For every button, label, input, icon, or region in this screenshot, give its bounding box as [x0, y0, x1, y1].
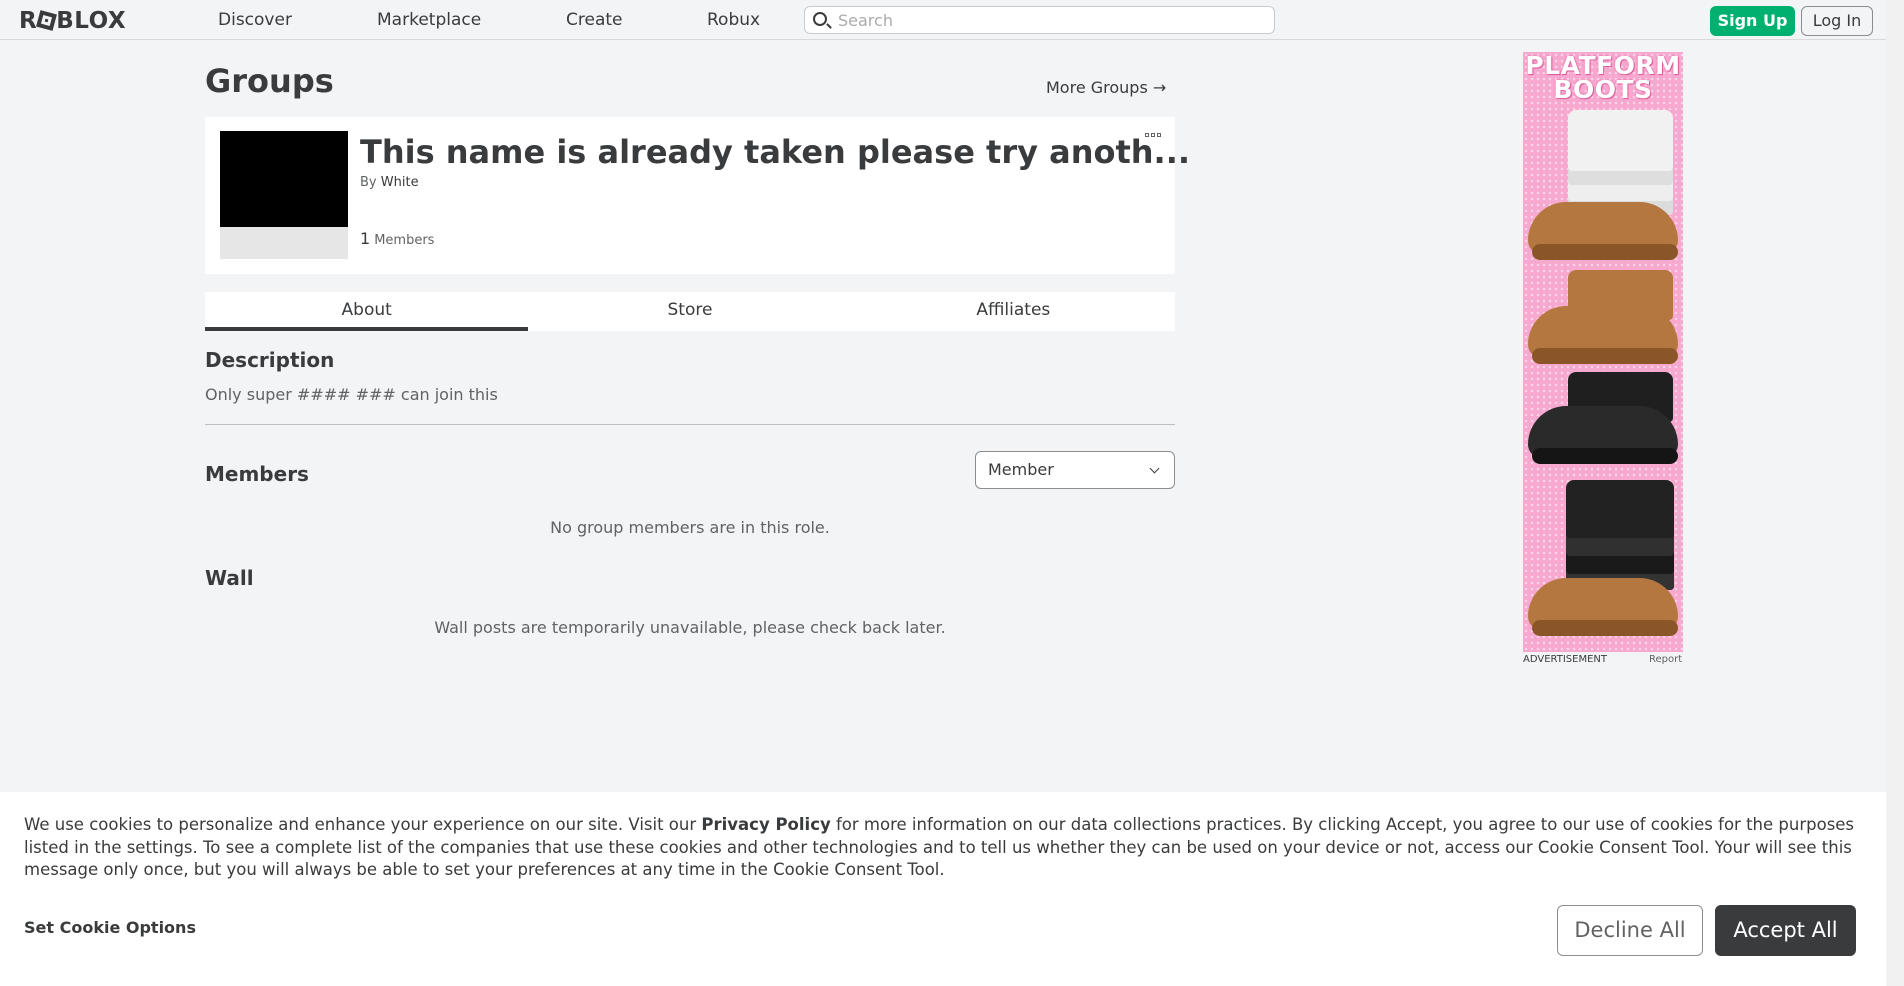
- page-scrollbar[interactable]: [1886, 0, 1904, 986]
- members-heading: Members: [205, 462, 309, 486]
- more-groups-link[interactable]: More Groups →: [1046, 78, 1166, 97]
- role-selected-value: Member: [988, 460, 1054, 479]
- owner-by-label: By: [360, 175, 377, 190]
- privacy-policy-link[interactable]: Privacy Policy: [701, 815, 830, 834]
- chevron-down-icon: [1149, 463, 1160, 474]
- ad-boot-image: [1528, 270, 1678, 370]
- top-navigation-bar: R BLOX Discover Marketplace Create Robux …: [0, 0, 1886, 40]
- ad-boot-image: [1528, 480, 1678, 650]
- wall-message: Wall posts are temporarily unavailable, …: [434, 618, 946, 637]
- advertisement-label: ADVERTISEMENT: [1523, 654, 1608, 665]
- nav-create[interactable]: Create: [566, 10, 623, 30]
- group-tabs: About Store Affiliates: [205, 292, 1175, 331]
- member-count-label: Members: [374, 233, 435, 248]
- page-title: Groups: [205, 62, 334, 100]
- ad-report-link[interactable]: Report: [1649, 654, 1682, 665]
- description-text: Only super #### ### can join this: [205, 385, 498, 404]
- owner-link[interactable]: White: [381, 175, 419, 190]
- accept-all-button[interactable]: Accept All: [1715, 905, 1856, 956]
- wall-heading: Wall: [205, 566, 254, 590]
- description-heading: Description: [205, 348, 335, 372]
- cookie-consent-banner: We use cookies to personalize and enhanc…: [0, 792, 1886, 986]
- cookie-message: We use cookies to personalize and enhanc…: [24, 815, 1855, 879]
- search-box[interactable]: [804, 6, 1275, 34]
- log-in-button[interactable]: Log In: [1801, 6, 1873, 36]
- group-header-card: This name is already taken please try an…: [205, 117, 1190, 274]
- no-members-message: No group members are in this role.: [550, 518, 830, 537]
- logo-o-icon: [36, 10, 58, 31]
- ad-boot-image: [1528, 372, 1678, 472]
- role-dropdown[interactable]: Member: [975, 451, 1175, 489]
- search-icon: [813, 12, 827, 26]
- tab-store[interactable]: Store: [528, 292, 851, 331]
- search-input[interactable]: [838, 10, 1258, 30]
- nav-discover[interactable]: Discover: [218, 10, 292, 30]
- set-cookie-options-link[interactable]: Set Cookie Options: [24, 918, 196, 937]
- ad-boot-image: [1528, 110, 1678, 260]
- group-owner: By White: [360, 175, 419, 190]
- group-emblem: [220, 131, 348, 259]
- member-count-value: 1: [360, 229, 371, 248]
- group-name: This name is already taken please try an…: [360, 133, 1191, 171]
- tab-about[interactable]: About: [205, 292, 529, 331]
- nav-robux[interactable]: Robux: [707, 10, 760, 30]
- sign-up-button[interactable]: Sign Up: [1710, 6, 1795, 36]
- nav-marketplace[interactable]: Marketplace: [377, 10, 481, 30]
- ad-headline: PLATFORM BOOTS: [1525, 52, 1681, 104]
- tab-affiliates[interactable]: Affiliates: [852, 292, 1175, 331]
- roblox-logo[interactable]: R BLOX: [19, 8, 126, 34]
- advertisement-banner[interactable]: PLATFORM BOOTS: [1523, 52, 1683, 652]
- decline-all-button[interactable]: Decline All: [1557, 905, 1703, 956]
- section-divider: [205, 424, 1175, 425]
- more-options-icon[interactable]: [1145, 133, 1161, 137]
- group-member-count: 1 Members: [360, 229, 434, 248]
